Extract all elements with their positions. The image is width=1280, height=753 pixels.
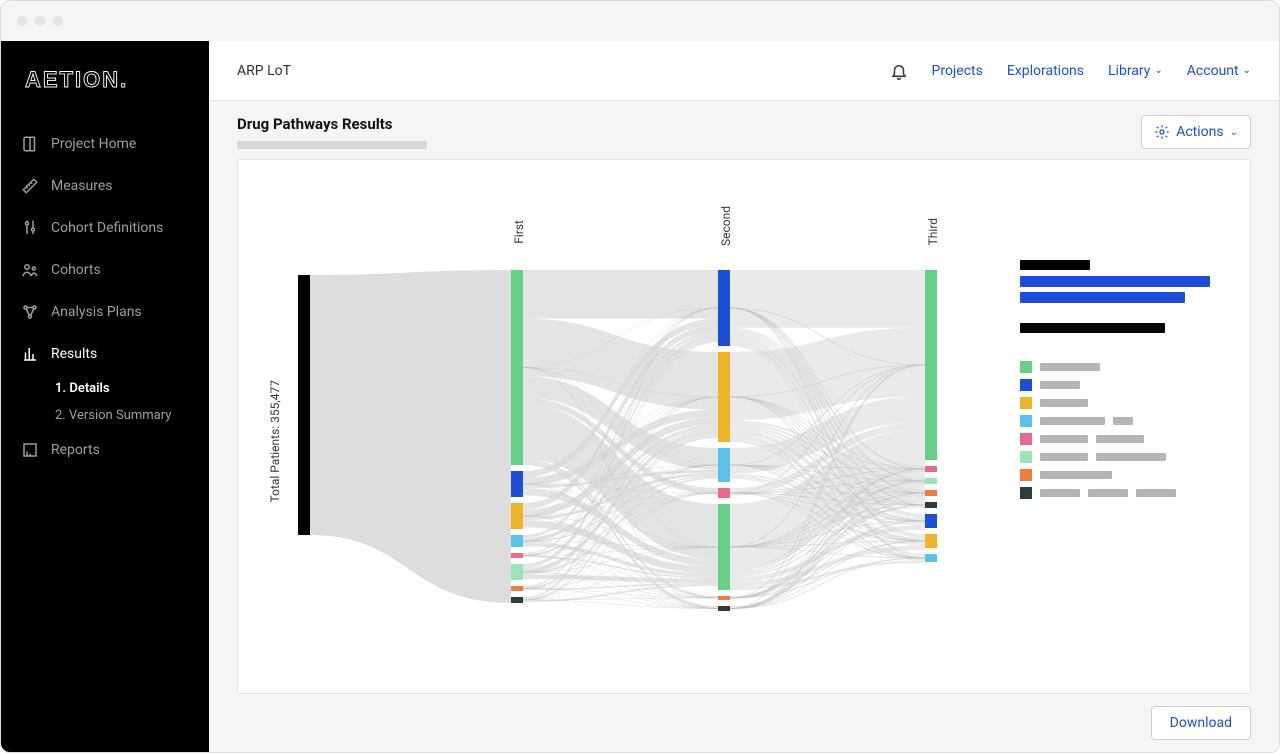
legend-swatch [1020,379,1032,391]
legend-row [1020,433,1234,445]
chevron-down-icon: ⌄ [1154,65,1162,76]
legend [1020,160,1250,693]
window-dot [35,16,45,26]
topbar: ARP LoT Projects Explorations Library⌄ A… [209,41,1279,101]
legend-label-redacted [1040,399,1088,407]
window-dot [17,16,27,26]
legend-swatch [1020,487,1032,499]
book-icon [21,135,39,153]
legend-swatch [1020,451,1032,463]
svg-text:AETION.: AETION. [25,69,128,92]
chevron-down-icon: ⌄ [1243,65,1251,76]
sidebar-item-label: Analysis Plans [51,304,142,320]
legend-label-redacted [1040,381,1080,389]
download-button[interactable]: Download [1151,706,1251,740]
legend-value-redacted [1020,276,1210,287]
nav-projects[interactable]: Projects [932,63,983,79]
bell-icon[interactable] [890,62,908,80]
sidebar-item-label: Measures [51,178,112,194]
legend-heading-redacted [1020,260,1090,270]
users-icon [21,261,39,279]
legend-label-redacted [1040,471,1112,479]
legend-swatch [1020,433,1032,445]
sidebar-item-label: Project Home [51,136,136,152]
legend-label-redacted [1088,489,1128,497]
sankey-diagram [238,160,978,660]
sidebar: AETION. Project Home Measures Cohort Def… [1,41,209,752]
nav-explorations[interactable]: Explorations [1007,63,1084,79]
legend-row [1020,397,1234,409]
actions-label: Actions [1176,124,1223,140]
report-icon [21,441,39,459]
bar-chart-icon [21,345,39,363]
chevron-down-icon: ⌄ [1230,127,1238,138]
legend-label-redacted [1113,417,1133,425]
window-dot [53,16,63,26]
nav-account[interactable]: Account⌄ [1187,63,1251,79]
gear-icon [1154,124,1170,140]
legend-row [1020,451,1234,463]
sidebar-sub-details[interactable]: 1. Details [1,375,209,402]
legend-label-redacted [1096,435,1144,443]
legend-row [1020,487,1234,499]
subtitle-placeholder [237,141,427,149]
breadcrumb: ARP LoT [237,63,291,79]
legend-swatch [1020,397,1032,409]
sidebar-item-project-home[interactable]: Project Home [1,123,209,165]
legend-row [1020,415,1234,427]
legend-label-redacted [1040,417,1105,425]
sidebar-sub-version-summary[interactable]: 2. Version Summary [1,402,209,429]
actions-button[interactable]: Actions ⌄ [1141,115,1251,149]
legend-label-redacted [1096,453,1166,461]
sidebar-item-label: Reports [51,442,100,458]
sliders-icon [21,219,39,237]
window-title-bar [1,1,1279,41]
legend-heading-redacted [1020,323,1165,333]
logo: AETION. [1,41,209,117]
legend-label-redacted [1136,489,1176,497]
legend-row [1020,361,1234,373]
legend-row [1020,379,1234,391]
sidebar-item-reports[interactable]: Reports [1,429,209,471]
sidebar-item-cohorts[interactable]: Cohorts [1,249,209,291]
legend-swatch [1020,415,1032,427]
sidebar-item-label: Cohorts [51,262,101,278]
legend-row [1020,469,1234,481]
ruler-icon [21,177,39,195]
legend-label-redacted [1040,363,1100,371]
sidebar-item-label: Cohort Definitions [51,220,163,236]
sidebar-item-label: Results [51,346,97,362]
page-title: Drug Pathways Results [237,115,427,133]
legend-value-redacted [1020,292,1185,303]
legend-label-redacted [1040,435,1088,443]
legend-label-redacted [1040,489,1080,497]
legend-swatch [1020,361,1032,373]
chart-canvas: Total Patients: 355,477 First Second Thi… [237,159,1251,694]
legend-swatch [1020,469,1032,481]
sidebar-item-results[interactable]: Results [1,333,209,375]
network-icon [21,303,39,321]
sidebar-item-analysis-plans[interactable]: Analysis Plans [1,291,209,333]
nav-library[interactable]: Library⌄ [1108,63,1163,79]
legend-label-redacted [1040,453,1088,461]
sidebar-item-cohort-definitions[interactable]: Cohort Definitions [1,207,209,249]
sidebar-item-measures[interactable]: Measures [1,165,209,207]
